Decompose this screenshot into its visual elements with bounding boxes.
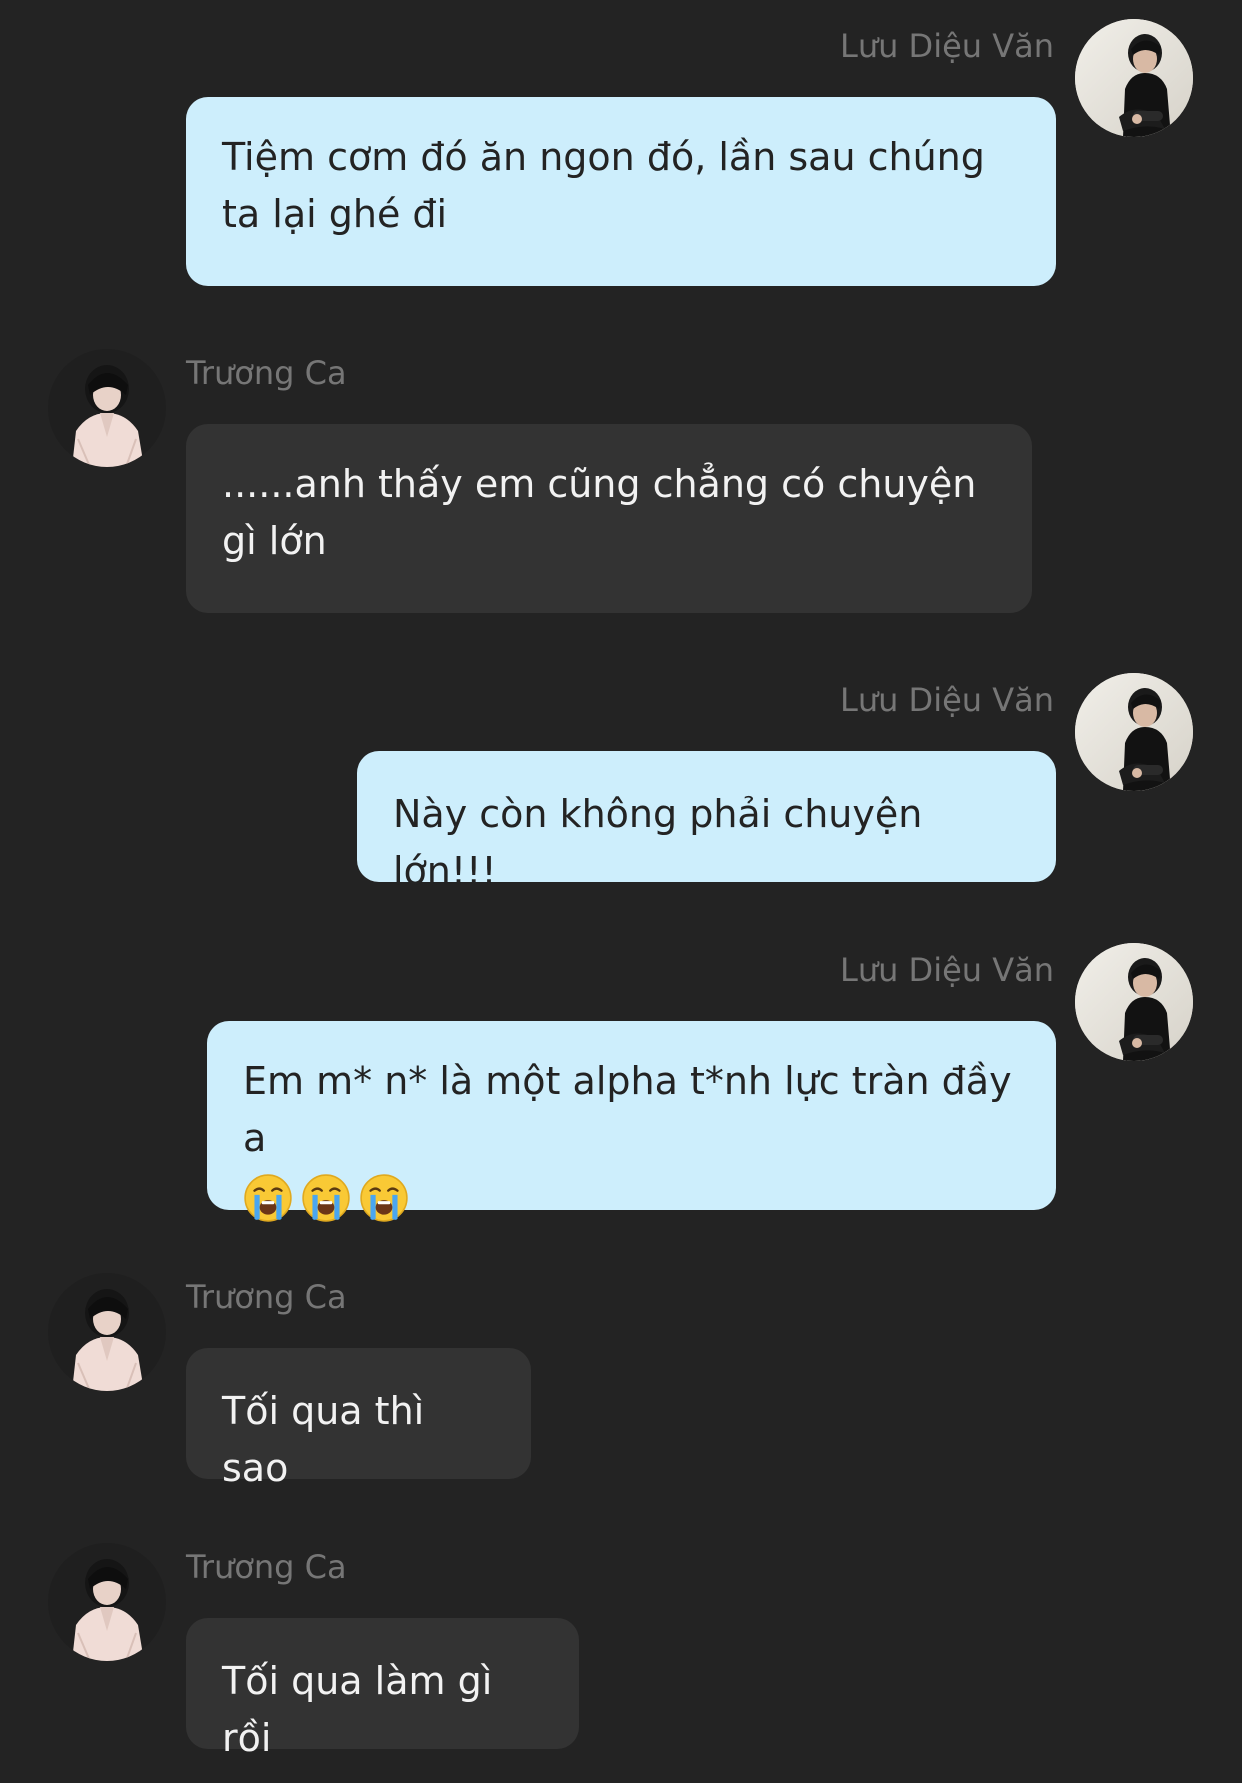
message-text: Tối qua làm gì rồi [222, 1659, 493, 1760]
user-avatar-truong-ca[interactable] [48, 1543, 166, 1661]
user-avatar-truong-ca[interactable] [48, 349, 166, 467]
loudly-crying-face-icon [301, 1173, 351, 1223]
message-bubble[interactable]: Tối qua thì sao [186, 1348, 531, 1490]
loudly-crying-face-icon [243, 1173, 293, 1223]
message-bubble[interactable]: Em m* n* là một alpha t*nh lực tràn đầy … [207, 1021, 1056, 1210]
sender-name: Trương Ca [186, 1278, 347, 1316]
message-text: Tiệm cơm đó ăn ngon đó, lần sau chúng ta… [222, 135, 985, 236]
message-text: Tối qua thì sao [222, 1389, 425, 1490]
message-text: ......anh thấy em cũng chẳng có chuyện g… [222, 462, 977, 563]
user-avatar-luu-dieu-van[interactable] [1075, 673, 1193, 791]
message-bubble[interactable]: Tiệm cơm đó ăn ngon đó, lần sau chúng ta… [186, 97, 1056, 286]
sender-name: Trương Ca [186, 354, 347, 392]
user-avatar-luu-dieu-van[interactable] [1075, 19, 1193, 137]
sender-name: Lưu Diệu Văn [839, 681, 1054, 719]
sender-name: Lưu Diệu Văn [839, 27, 1054, 65]
user-avatar-truong-ca[interactable] [48, 1273, 166, 1391]
message-bubble[interactable]: Tối qua làm gì rồi [186, 1618, 579, 1760]
message-text: Này còn không phải chuyện lớn!!! [393, 792, 923, 893]
loudly-crying-face-icon [359, 1173, 409, 1223]
emoji-row [243, 1173, 1020, 1223]
message-bubble[interactable]: ......anh thấy em cũng chẳng có chuyện g… [186, 424, 1032, 613]
user-avatar-luu-dieu-van[interactable] [1075, 943, 1193, 1061]
message-bubble[interactable]: Này còn không phải chuyện lớn!!! [357, 751, 1056, 893]
sender-name: Trương Ca [186, 1548, 347, 1586]
message-text: Em m* n* là một alpha t*nh lực tràn đầy … [243, 1059, 1012, 1160]
sender-name: Lưu Diệu Văn [839, 951, 1054, 989]
